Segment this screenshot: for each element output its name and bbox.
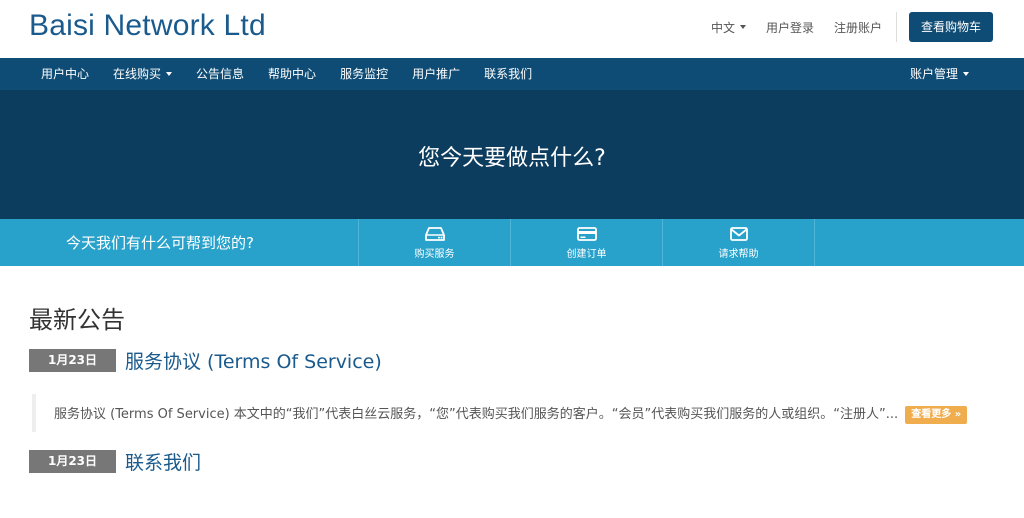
language-label: 中文 bbox=[710, 20, 735, 35]
chevron-down-icon bbox=[963, 72, 969, 76]
login-link[interactable]: 用户登录 bbox=[766, 19, 814, 36]
chevron-down-icon bbox=[739, 25, 746, 29]
view-cart-button[interactable]: 查看购物车 bbox=[908, 12, 993, 42]
announcement-title-link[interactable]: 联系我们 bbox=[125, 448, 201, 475]
home-shortcuts: 今天我们有什么可帮到您的? 购买服务 创建订单 请求帮助 bbox=[0, 219, 1024, 266]
site-logo[interactable]: Baisi Network Ltd bbox=[29, 9, 266, 43]
announcement-header: 1月23日 服务协议 (Terms Of Service) bbox=[29, 347, 995, 374]
server-icon bbox=[424, 226, 445, 241]
hero-banner: 您今天要做点什么? bbox=[0, 90, 1024, 219]
chevron-down-icon bbox=[166, 72, 173, 76]
shortcuts-question: 今天我们有什么可帮到您的? bbox=[0, 219, 359, 266]
announcements-heading: 最新公告 bbox=[29, 306, 125, 334]
nav-item-store-label: 在线购买 bbox=[113, 67, 162, 81]
read-more-button[interactable]: 查看更多 » bbox=[905, 405, 968, 424]
announcement-excerpt: 服务协议 (Terms Of Service) 本文中的“我们”代表白丝云服务，… bbox=[32, 394, 982, 432]
hero-title: 您今天要做点什么? bbox=[418, 146, 606, 171]
nav-item-store[interactable]: 在线购买 bbox=[101, 58, 184, 90]
main-content: 最新公告 1月23日 服务协议 (Terms Of Service) 服务协议 … bbox=[0, 300, 1024, 475]
announcement-header: 1月23日 联系我们 bbox=[29, 448, 995, 475]
top-header: Baisi Network Ltd 中文 用户登录 注册账户 查看购物车 bbox=[0, 0, 1024, 58]
main-navbar: 用户中心 在线购买 公告信息 帮助中心 服务监控 用户推广 联系我们 账户管理 bbox=[0, 58, 1024, 90]
language-selector[interactable]: 中文 bbox=[711, 19, 746, 36]
buy-service-shortcut[interactable]: 购买服务 bbox=[359, 219, 511, 266]
request-help-label: 请求帮助 bbox=[718, 248, 759, 260]
top-links: 中文 用户登录 注册账户 查看购物车 bbox=[691, 12, 993, 42]
create-order-shortcut[interactable]: 创建订单 bbox=[511, 219, 663, 266]
nav-item-account[interactable]: 账户管理 bbox=[898, 58, 981, 90]
announcement-excerpt-text: 服务协议 (Terms Of Service) 本文中的“我们”代表白丝云服务，… bbox=[54, 407, 899, 422]
nav-item-knowledgebase[interactable]: 帮助中心 bbox=[256, 58, 328, 90]
nav-item-client-area[interactable]: 用户中心 bbox=[0, 58, 101, 90]
envelope-icon bbox=[729, 226, 748, 241]
request-help-shortcut[interactable]: 请求帮助 bbox=[663, 219, 815, 266]
announcement-title-link[interactable]: 服务协议 (Terms Of Service) bbox=[125, 347, 382, 374]
nav-item-account-label: 账户管理 bbox=[909, 67, 958, 81]
credit-card-icon bbox=[576, 226, 597, 241]
nav-item-contact[interactable]: 联系我们 bbox=[472, 58, 544, 90]
create-order-label: 创建订单 bbox=[566, 248, 607, 260]
shortcuts-filler bbox=[815, 219, 1024, 266]
nav-item-affiliates[interactable]: 用户推广 bbox=[400, 58, 472, 90]
header-divider bbox=[895, 12, 897, 42]
register-link[interactable]: 注册账户 bbox=[834, 19, 882, 36]
date-badge: 1月23日 bbox=[29, 349, 116, 372]
nav-item-announcements[interactable]: 公告信息 bbox=[184, 58, 256, 90]
buy-service-label: 购买服务 bbox=[414, 248, 455, 260]
date-badge: 1月23日 bbox=[29, 450, 116, 473]
nav-item-network-status[interactable]: 服务监控 bbox=[328, 58, 400, 90]
